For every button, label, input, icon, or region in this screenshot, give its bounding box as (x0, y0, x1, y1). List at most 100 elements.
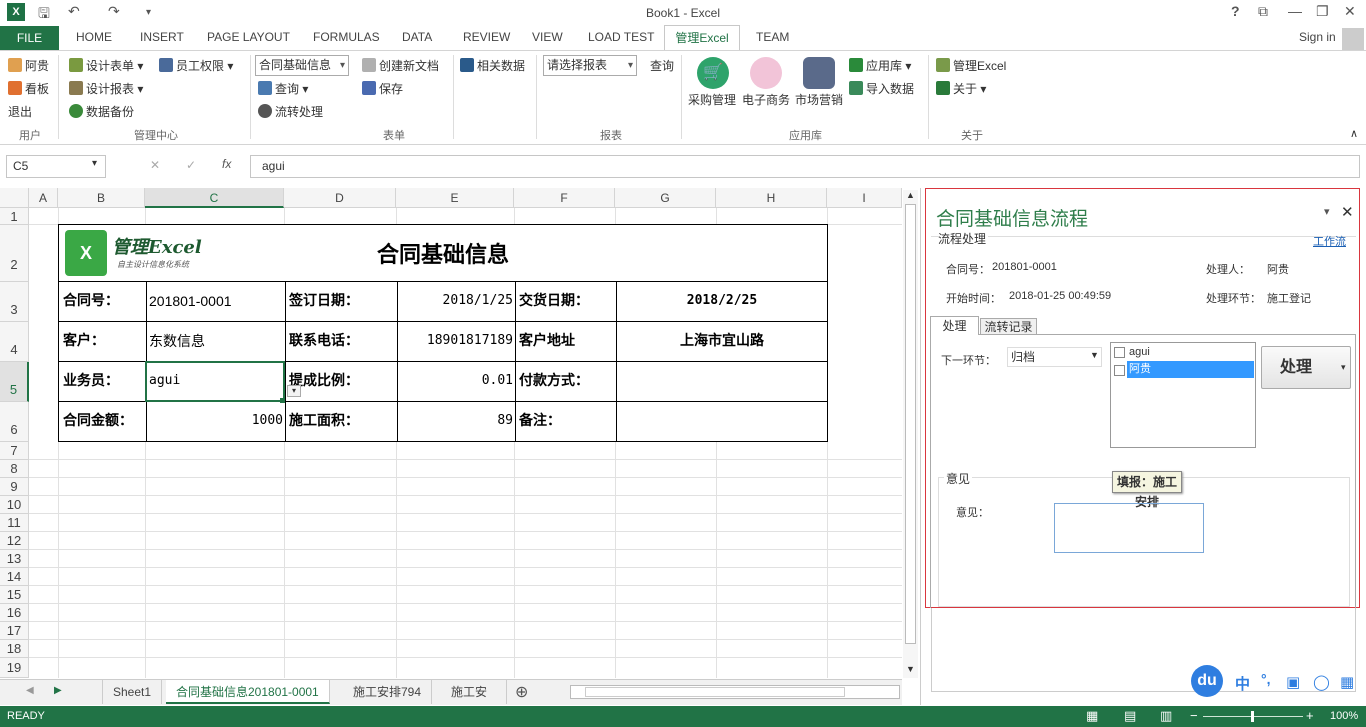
sheet-tab-sheet1[interactable]: Sheet1 (102, 680, 163, 704)
tab-team[interactable]: TEAM (756, 30, 789, 44)
scrollbar-thumb[interactable] (905, 204, 916, 644)
panel-close-icon[interactable]: ✕ (1341, 203, 1354, 221)
value-amount[interactable]: 1000 (149, 402, 283, 440)
user-list[interactable]: agui 阿贵 (1110, 342, 1256, 448)
sheet-tab-construction-2[interactable]: 施工安 (441, 680, 507, 704)
row-header-4[interactable]: 4 (0, 322, 29, 362)
row-header-14[interactable]: 14 (0, 568, 29, 586)
minimize-icon[interactable]: — (1288, 3, 1302, 19)
tab-page-layout[interactable]: PAGE LAYOUT (207, 30, 290, 44)
ime-logo-icon[interactable]: du (1191, 665, 1223, 697)
name-box[interactable]: C5 (6, 155, 106, 178)
row-header-15[interactable]: 15 (0, 586, 29, 604)
data-backup-button[interactable]: 数据备份 (69, 103, 134, 120)
user-checkbox[interactable] (1114, 347, 1125, 358)
save-form-button[interactable]: 保存 (362, 80, 403, 97)
marketing-icon[interactable] (803, 57, 835, 89)
enter-icon[interactable]: ✓ (186, 158, 196, 172)
design-form-button[interactable]: 设计表单 ▾ (69, 57, 143, 74)
close-icon[interactable]: ✕ (1344, 3, 1356, 20)
page-layout-icon[interactable]: ▤ (1124, 708, 1136, 724)
value-delivery-date[interactable]: 2018/2/25 (617, 282, 827, 320)
row-header-3[interactable]: 3 (0, 282, 29, 322)
tab-insert[interactable]: INSERT (140, 30, 184, 44)
add-sheet-icon[interactable]: ⊕ (515, 682, 528, 702)
avatar[interactable] (1342, 28, 1364, 50)
flow-process-button[interactable]: 流转处理 (258, 103, 323, 120)
row-header-2[interactable]: 2 (0, 225, 29, 282)
user-agui-button[interactable]: 阿贵 (8, 57, 49, 74)
app-library-button[interactable]: 应用库 ▾ (849, 57, 911, 74)
cancel-icon[interactable]: ✕ (150, 158, 160, 172)
guanli-excel-button[interactable]: 管理Excel (936, 57, 1006, 74)
process-dropdown-icon[interactable]: ▾ (1341, 362, 1346, 373)
row-header-6[interactable]: 6 (0, 402, 29, 442)
tab-load-test[interactable]: LOAD TEST (588, 30, 654, 44)
next-step-select[interactable]: 归档 (1007, 347, 1102, 367)
tab-view[interactable]: VIEW (532, 30, 563, 44)
tab-file[interactable]: FILE (0, 26, 59, 50)
row-header-17[interactable]: 17 (0, 622, 29, 640)
create-document-button[interactable]: 创建新文档 (362, 57, 439, 74)
column-header-e[interactable]: E (396, 188, 514, 208)
sheet-tab-contract[interactable]: 合同基础信息201801-0001 (166, 680, 330, 704)
page-break-icon[interactable]: ▥ (1160, 708, 1172, 724)
horizontal-scrollbar[interactable] (570, 685, 900, 699)
ribbon-display-icon[interactable]: ⧉ (1258, 3, 1268, 20)
report-query-button[interactable]: 查询 (650, 57, 674, 74)
value-phone[interactable]: 18901817189 (399, 322, 513, 360)
related-data-button[interactable]: 相关数据 (460, 57, 525, 74)
value-address[interactable]: 上海市宜山路 (617, 322, 827, 360)
cell-dropdown-arrow-icon[interactable]: ▾ (287, 385, 301, 397)
ecommerce-icon[interactable] (750, 57, 782, 89)
row-header-5[interactable]: 5 (0, 362, 29, 402)
column-header-i[interactable]: I (827, 188, 902, 208)
tab-guanli-excel[interactable]: 管理Excel (664, 25, 740, 51)
row-header-11[interactable]: 11 (0, 514, 29, 532)
value-contract-no[interactable]: 201801-0001 (149, 282, 283, 320)
value-sign-date[interactable]: 2018/1/25 (399, 282, 513, 320)
column-header-a[interactable]: A (29, 188, 58, 208)
user-item[interactable]: agui (1129, 346, 1150, 358)
opinion-textarea[interactable] (1054, 503, 1204, 553)
next-step-dropdown-icon[interactable]: ▼ (1090, 350, 1099, 360)
tab-data[interactable]: DATA (402, 30, 432, 44)
row-header-8[interactable]: 8 (0, 460, 29, 478)
name-box-dropdown-icon[interactable]: ▾ (92, 158, 97, 169)
kanban-button[interactable]: 看板 (8, 80, 49, 97)
normal-view-icon[interactable]: ▦ (1086, 708, 1098, 724)
ecommerce-app-button[interactable]: 电子商务 (742, 91, 790, 108)
ime-user-icon[interactable]: ◯ (1313, 673, 1330, 691)
column-header-f[interactable]: F (514, 188, 615, 208)
zoom-in-icon[interactable]: + (1306, 708, 1314, 723)
value-customer[interactable]: 东数信息 (149, 322, 283, 360)
sheet-tab-construction[interactable]: 施工安排794 (343, 680, 433, 704)
row-header-1[interactable]: 1 (0, 208, 29, 225)
select-all-corner[interactable] (0, 188, 29, 208)
collapse-ribbon-icon[interactable]: ∧ (1350, 127, 1358, 140)
fill-handle[interactable] (280, 398, 285, 403)
row-header-18[interactable]: 18 (0, 640, 29, 658)
user-checkbox[interactable] (1114, 365, 1125, 376)
shopping-cart-icon[interactable]: 🛒 (697, 57, 729, 89)
row-header-16[interactable]: 16 (0, 604, 29, 622)
sign-in-link[interactable]: Sign in (1299, 30, 1336, 44)
row-header-10[interactable]: 10 (0, 496, 29, 514)
value-area[interactable]: 89 (399, 402, 513, 440)
query-button[interactable]: 查询 ▾ (258, 80, 308, 97)
import-data-button[interactable]: 导入数据 (849, 80, 914, 97)
row-header-7[interactable]: 7 (0, 442, 29, 460)
vertical-scrollbar[interactable]: ▲ ▼ (903, 190, 918, 678)
tab-home[interactable]: HOME (76, 30, 112, 44)
help-icon[interactable]: ? (1231, 3, 1240, 19)
employee-permission-button[interactable]: 员工权限 ▾ (159, 57, 233, 74)
prev-sheet-icon[interactable]: ◀ (26, 685, 34, 696)
column-header-b[interactable]: B (58, 188, 145, 208)
worksheet-grid[interactable]: A B C D E F G H I 1 2 3 4 5 6 7 8 9 10 1… (0, 188, 902, 678)
row-header-13[interactable]: 13 (0, 550, 29, 568)
purchase-app-button[interactable]: 采购管理 (688, 91, 736, 108)
selected-cell-c5[interactable] (145, 361, 285, 402)
row-header-19[interactable]: 19 (0, 658, 29, 678)
formula-input[interactable]: agui (250, 155, 1360, 178)
form-select[interactable]: 合同基础信息 (255, 55, 349, 76)
